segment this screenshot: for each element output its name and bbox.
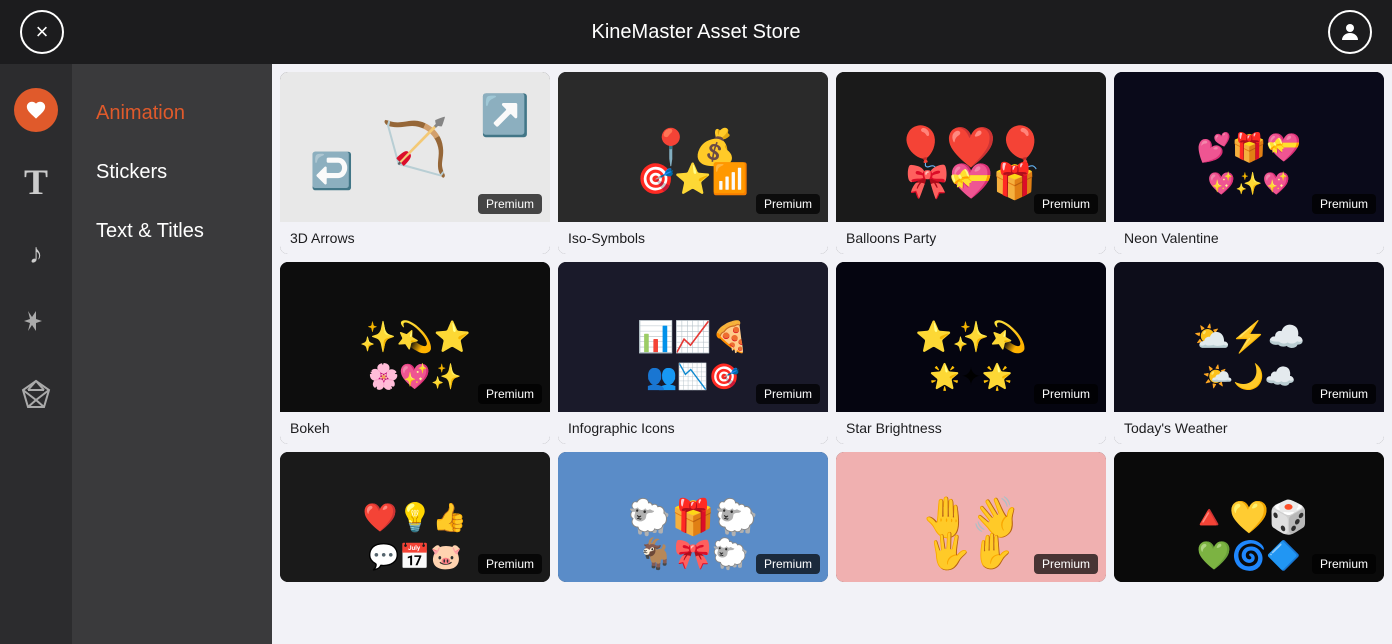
asset-card-balloons[interactable]: 🎈❤️🎈 🎀💝🎁 Premium Balloons Party bbox=[836, 72, 1106, 254]
asset-card-neon-valentine[interactable]: 💕🎁💝 💖✨💖 Premium Neon Valentine bbox=[1114, 72, 1384, 254]
nav-item-animation[interactable]: Animation bbox=[72, 84, 272, 143]
premium-badge: Premium bbox=[1312, 554, 1376, 574]
asset-card-neon-shapes[interactable]: 🔺💛🎲 💚🌀🔷 Premium Neon Shapes bbox=[1114, 452, 1384, 582]
premium-badge: Premium bbox=[1312, 384, 1376, 404]
asset-card-hands[interactable]: 🤚👋 🖐️✋ Premium Hands bbox=[836, 452, 1106, 582]
sidebar-icons: T ♪ bbox=[0, 64, 72, 644]
asset-name-bokeh: Bokeh bbox=[280, 412, 550, 444]
asset-name-neon-valentine: Neon Valentine bbox=[1114, 222, 1384, 254]
asset-card-emoji[interactable]: ❤️💡👍 💬📅🐷 Premium Emoji Pack bbox=[280, 452, 550, 582]
user-icon bbox=[1338, 20, 1362, 44]
asset-card-3d-arrows[interactable]: 🏹 ↗️ ↩️ Premium 3D Arrows bbox=[280, 72, 550, 254]
asset-thumbnail-weather: ⛅⚡☁️ 🌤️🌙☁️ Premium bbox=[1114, 262, 1384, 412]
asset-thumbnail-sheep: 🐑🎁🐑 🐐🎀🐑 Premium bbox=[558, 452, 828, 582]
asset-thumbnail-hands: 🤚👋 🖐️✋ Premium bbox=[836, 452, 1106, 582]
asset-thumbnail-iso: 📍💰 🎯⭐📶 Premium bbox=[558, 72, 828, 222]
diamond-icon bbox=[20, 378, 52, 418]
main-layout: T ♪ bbox=[0, 64, 1392, 644]
asset-thumbnail-bokeh: ✨💫⭐ 🌸💖✨ Premium bbox=[280, 262, 550, 412]
user-button[interactable] bbox=[1328, 10, 1372, 54]
asset-thumbnail-neon2: 🔺💛🎲 💚🌀🔷 Premium bbox=[1114, 452, 1384, 582]
premium-badge: Premium bbox=[756, 554, 820, 574]
asset-grid: 🏹 ↗️ ↩️ Premium 3D Arrows 📍💰 🎯⭐📶 Premium… bbox=[280, 72, 1384, 582]
premium-badge: Premium bbox=[1034, 384, 1098, 404]
premium-badge: Premium bbox=[1034, 194, 1098, 214]
sidebar-icon-heart[interactable] bbox=[0, 74, 72, 146]
text-type-icon: T bbox=[24, 161, 48, 203]
sidebar-icon-music[interactable]: ♪ bbox=[0, 218, 72, 290]
asset-name-star-brightness: Star Brightness bbox=[836, 412, 1106, 444]
header-title: KineMaster Asset Store bbox=[592, 21, 801, 44]
music-note-icon: ♪ bbox=[29, 238, 43, 270]
sidebar-icon-premium[interactable] bbox=[0, 362, 72, 434]
asset-card-bokeh[interactable]: ✨💫⭐ 🌸💖✨ Premium Bokeh bbox=[280, 262, 550, 444]
asset-thumbnail-3d-arrows: 🏹 ↗️ ↩️ Premium bbox=[280, 72, 550, 222]
asset-thumbnail-emoji: ❤️💡👍 💬📅🐷 Premium bbox=[280, 452, 550, 582]
premium-badge: Premium bbox=[478, 554, 542, 574]
premium-badge: Premium bbox=[1034, 554, 1098, 574]
sidebar-icon-effects[interactable] bbox=[0, 290, 72, 362]
asset-card-star-brightness[interactable]: ⭐✨💫 🌟✦🌟 Premium Star Brightness bbox=[836, 262, 1106, 444]
asset-card-weather[interactable]: ⛅⚡☁️ 🌤️🌙☁️ Premium Today's Weather bbox=[1114, 262, 1384, 444]
asset-name-infographic: Infographic Icons bbox=[558, 412, 828, 444]
premium-badge: Premium bbox=[1312, 194, 1376, 214]
asset-thumbnail-star: ⭐✨💫 🌟✦🌟 Premium bbox=[836, 262, 1106, 412]
asset-name-weather: Today's Weather bbox=[1114, 412, 1384, 444]
thumb-emoji: 🏹 bbox=[381, 115, 449, 180]
asset-card-sheep[interactable]: 🐑🎁🐑 🐐🎀🐑 Premium Sheep Party bbox=[558, 452, 828, 582]
asset-name-iso: Iso-Symbols bbox=[558, 222, 828, 254]
effects-icon bbox=[20, 307, 52, 346]
asset-card-infographic[interactable]: 📊📈🍕 👥📉🎯 Premium Infographic Icons bbox=[558, 262, 828, 444]
close-icon: × bbox=[36, 19, 49, 45]
close-button[interactable]: × bbox=[20, 10, 64, 54]
asset-thumbnail-balloons: 🎈❤️🎈 🎀💝🎁 Premium bbox=[836, 72, 1106, 222]
sidebar-icon-text[interactable]: T bbox=[0, 146, 72, 218]
nav-item-stickers[interactable]: Stickers bbox=[72, 143, 272, 202]
asset-thumbnail-neon: 💕🎁💝 💖✨💖 Premium bbox=[1114, 72, 1384, 222]
heart-icon bbox=[14, 88, 58, 132]
premium-badge: Premium bbox=[478, 194, 542, 214]
sidebar-nav: Animation Stickers Text & Titles bbox=[72, 64, 272, 644]
asset-name-3d-arrows: 3D Arrows bbox=[280, 222, 550, 254]
premium-badge: Premium bbox=[756, 194, 820, 214]
asset-card-iso-symbols[interactable]: 📍💰 🎯⭐📶 Premium Iso-Symbols bbox=[558, 72, 828, 254]
nav-item-text-titles[interactable]: Text & Titles bbox=[72, 202, 272, 261]
asset-grid-container[interactable]: 🏹 ↗️ ↩️ Premium 3D Arrows 📍💰 🎯⭐📶 Premium… bbox=[272, 64, 1392, 644]
premium-badge: Premium bbox=[478, 384, 542, 404]
asset-thumbnail-infographic: 📊📈🍕 👥📉🎯 Premium bbox=[558, 262, 828, 412]
asset-name-balloons: Balloons Party bbox=[836, 222, 1106, 254]
premium-badge: Premium bbox=[756, 384, 820, 404]
header: × KineMaster Asset Store bbox=[0, 0, 1392, 64]
